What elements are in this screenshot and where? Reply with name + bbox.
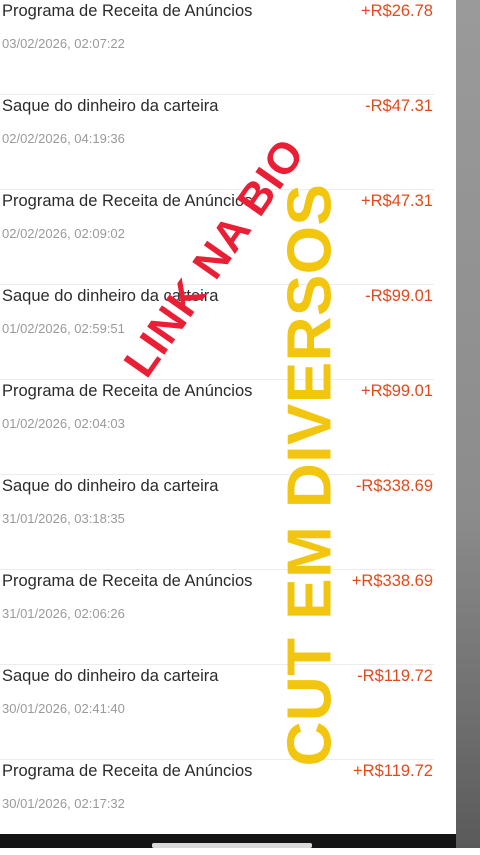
transaction-title: Programa de Receita de Anúncios [2,572,253,590]
background-edge [456,0,480,848]
home-indicator[interactable] [152,843,312,848]
transaction-title: Programa de Receita de Anúncios [2,192,253,210]
transaction-amount: +R$99.01 [360,382,433,400]
transaction-date: 01/02/2026, 02:59:51 [2,321,125,336]
transaction-amount: +R$47.31 [360,192,433,210]
transaction-date: 31/01/2026, 03:18:35 [2,511,125,526]
transaction-amount: -R$99.01 [365,287,433,305]
transaction-title: Programa de Receita de Anúncios [2,762,253,780]
transaction-date: 01/02/2026, 02:04:03 [2,416,125,431]
transaction-date: 02/02/2026, 04:19:36 [2,131,125,146]
transaction-row[interactable]: Saque do dinheiro da carteira -R$47.31 0… [0,95,456,190]
transaction-title: Saque do dinheiro da carteira [2,97,219,115]
transaction-amount: +R$26.78 [360,2,433,20]
transaction-row[interactable]: Saque do dinheiro da carteira -R$338.69 … [0,475,456,570]
transaction-title: Programa de Receita de Anúncios [2,382,253,400]
transaction-date: 31/01/2026, 02:06:26 [2,606,125,621]
transaction-title: Saque do dinheiro da carteira [2,477,219,495]
transaction-title: Saque do dinheiro da carteira [2,667,219,685]
transaction-date: 30/01/2026, 02:41:40 [2,701,125,716]
transaction-amount: -R$119.72 [357,667,433,685]
transaction-date: 02/02/2026, 02:09:02 [2,226,125,241]
transaction-date: 30/01/2026, 02:17:32 [2,796,125,811]
transaction-title: Saque do dinheiro da carteira [2,287,219,305]
transaction-row[interactable]: Saque do dinheiro da carteira -R$119.72 … [0,665,456,760]
transaction-list[interactable]: Programa de Receita de Anúncios +R$26.78… [0,0,456,834]
transaction-row[interactable]: Programa de Receita de Anúncios +R$47.31… [0,190,456,285]
transaction-title: Programa de Receita de Anúncios [2,2,253,20]
transaction-row[interactable]: Saque do dinheiro da carteira -R$99.01 0… [0,285,456,380]
transaction-row[interactable]: Programa de Receita de Anúncios +R$26.78… [0,0,456,95]
transaction-amount: -R$338.69 [355,477,433,495]
transaction-amount: -R$47.31 [365,97,433,115]
transaction-row[interactable]: Programa de Receita de Anúncios +R$99.01… [0,380,456,475]
transaction-date: 03/02/2026, 02:07:22 [2,36,125,51]
transaction-row[interactable]: Programa de Receita de Anúncios +R$338.6… [0,570,456,665]
transaction-amount: +R$119.72 [353,762,433,780]
transaction-amount: +R$338.69 [351,572,433,590]
